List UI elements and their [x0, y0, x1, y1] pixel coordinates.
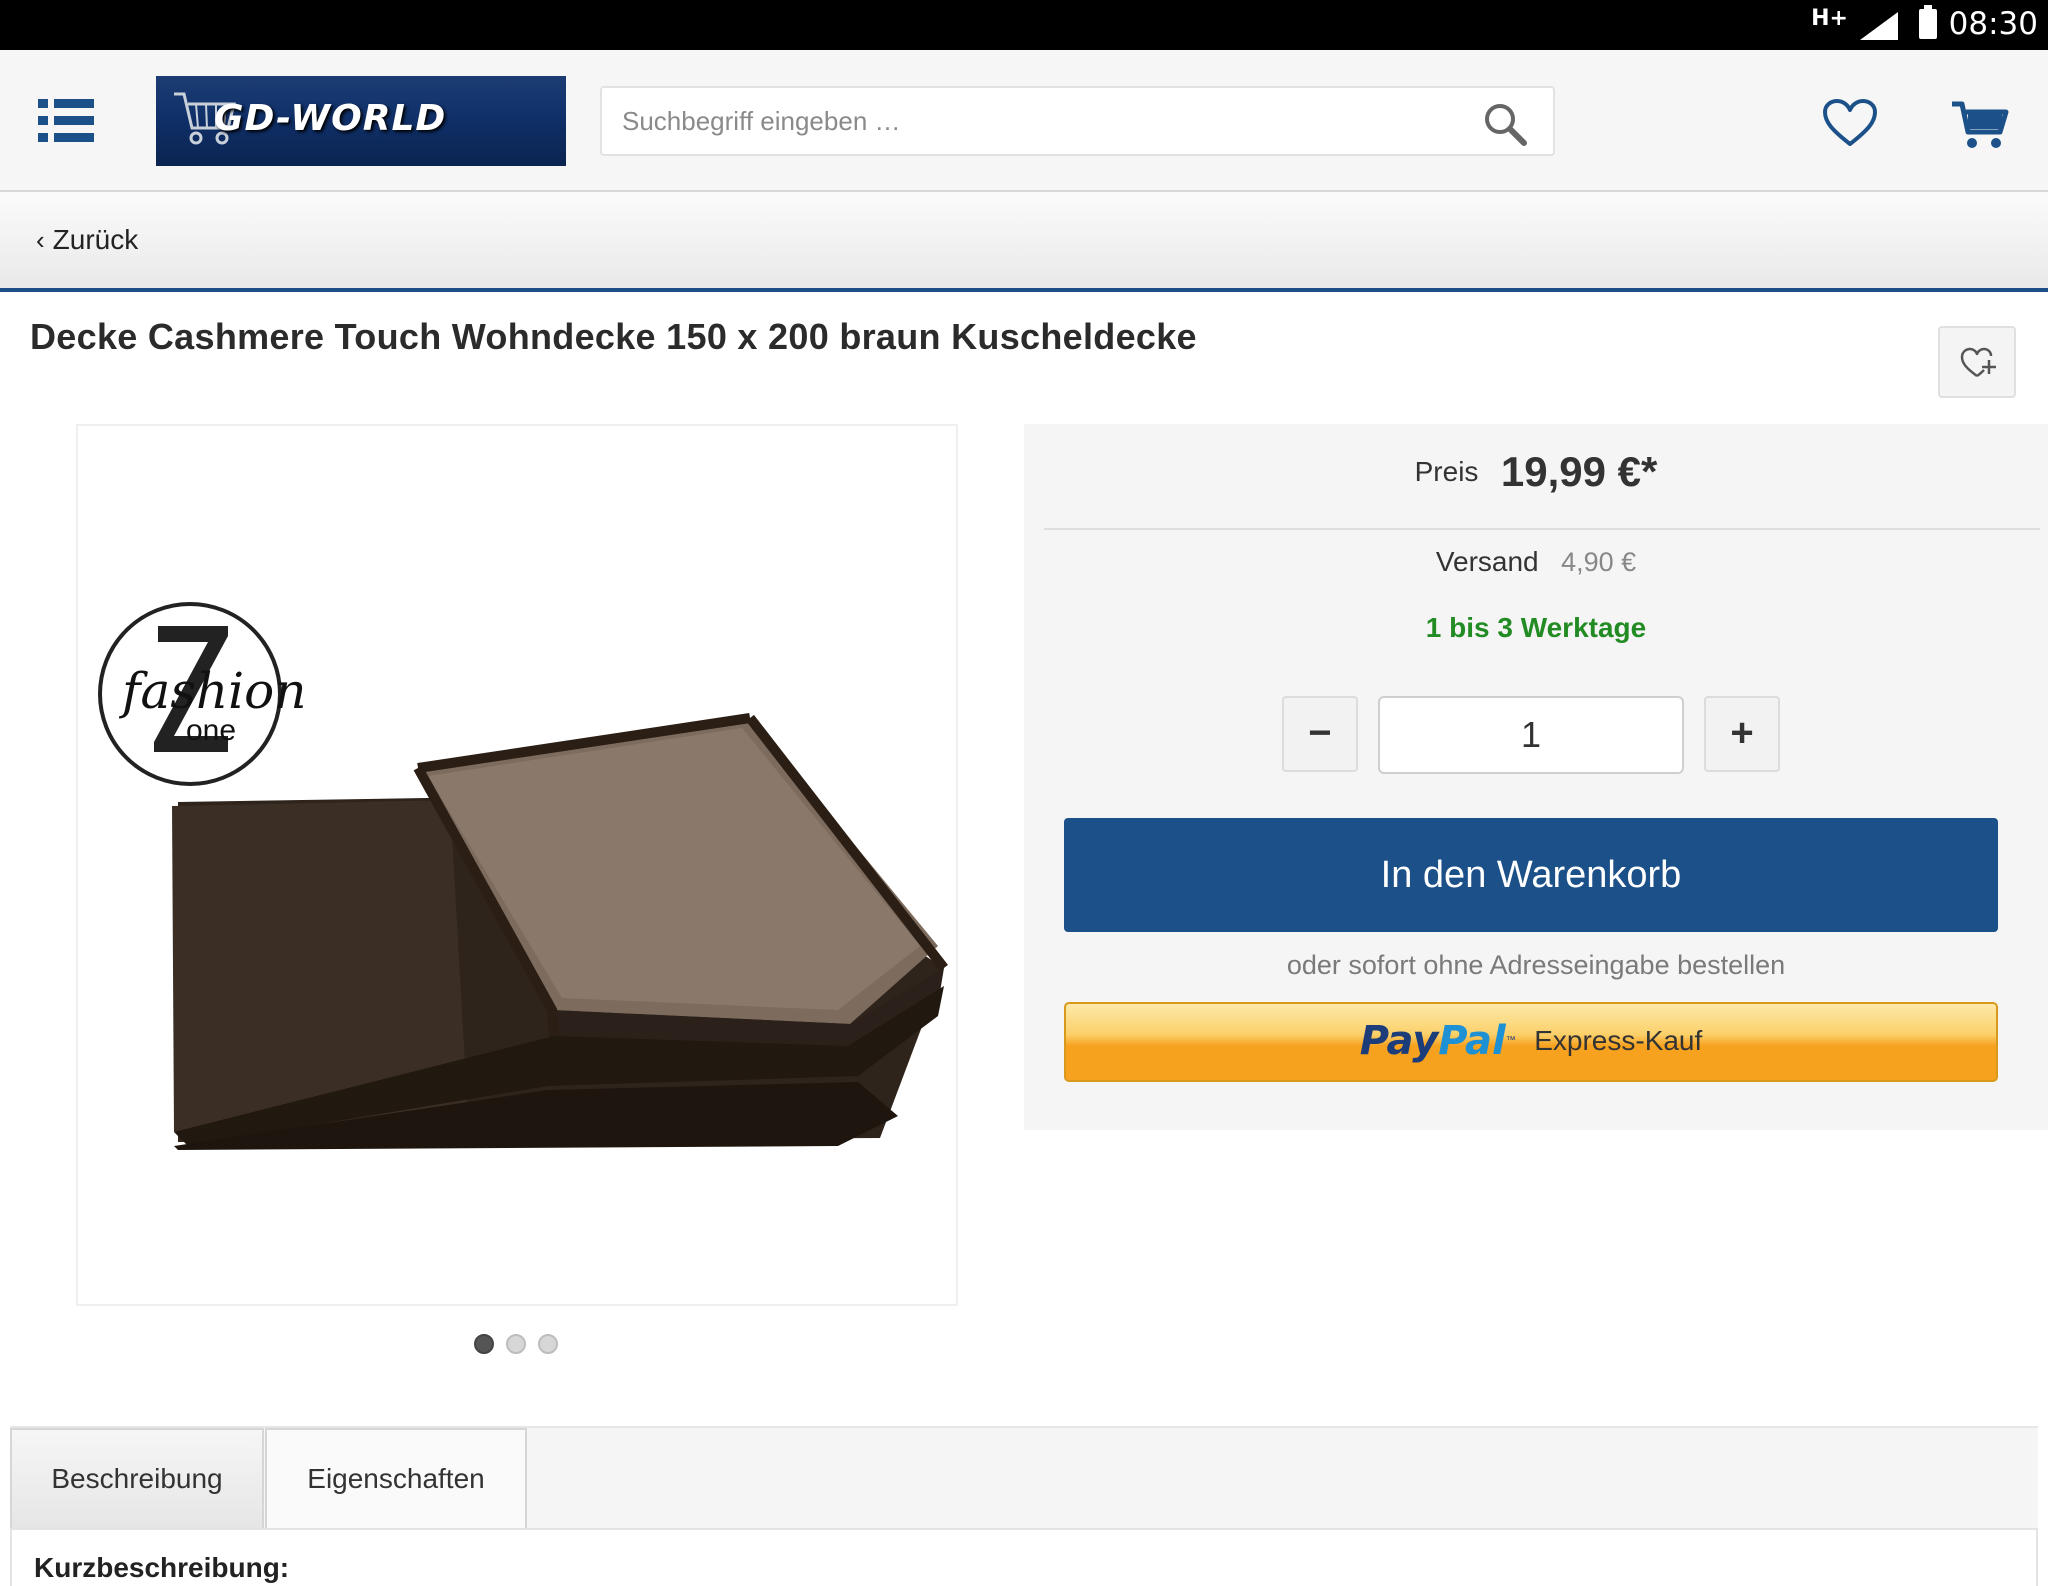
pagination-dot-2[interactable]: [506, 1334, 526, 1354]
product-tabs: Beschreibung Eigenschaften: [10, 1426, 2038, 1530]
tab-properties[interactable]: Eigenschaften: [265, 1428, 527, 1530]
chevron-left-icon: ‹: [36, 225, 45, 255]
heart-plus-icon: [1960, 347, 1996, 378]
divider: [1044, 528, 2040, 530]
logo-fashion-text: fashion: [118, 662, 306, 720]
paypal-logo-pay: Pay: [1359, 1018, 1439, 1064]
wishlist-heart-icon[interactable]: [1822, 98, 1878, 148]
back-label: Zurück: [52, 224, 139, 255]
back-link[interactable]: ‹ Zurück: [36, 224, 138, 256]
price-label: Preis: [1414, 456, 1479, 487]
short-description-heading: Kurzbeschreibung:: [34, 1552, 290, 1583]
status-bar: H+ 08:30: [0, 0, 2048, 50]
shipping-label: Versand: [1435, 546, 1539, 577]
tab-description[interactable]: Beschreibung: [10, 1428, 264, 1530]
pagination-dot-1[interactable]: [474, 1334, 494, 1354]
tab-content: Kurzbeschreibung:: [10, 1528, 2038, 1586]
search-icon[interactable]: [1483, 102, 1527, 146]
quantity-input[interactable]: 1: [1378, 696, 1684, 774]
add-to-cart-button[interactable]: In den Warenkorb: [1064, 818, 1998, 932]
network-type: H+: [1811, 6, 1848, 31]
site-logo[interactable]: GD-WORLD: [156, 76, 566, 166]
logo-text: GD-WORLD: [214, 98, 447, 139]
search-box: [600, 86, 1555, 156]
paypal-express-button[interactable]: PayPal™ Express-Kauf: [1064, 1002, 1998, 1082]
site-header: GD-WORLD: [0, 50, 2048, 192]
buy-box: Preis 19,99 €* Versand 4,90 € 1 bis 3 We…: [1024, 424, 2048, 1130]
shipping-value: 4,90 €: [1561, 547, 1637, 577]
paypal-logo-pal: Pal: [1438, 1018, 1506, 1064]
paypal-trademark: ™: [1505, 1035, 1516, 1046]
delivery-time: 1 bis 3 Werktage: [1425, 612, 1647, 643]
product-image[interactable]: fashion one: [76, 424, 958, 1306]
shipping-row: Versand 4,90 €: [1024, 546, 2048, 578]
quantity-increase-button[interactable]: +: [1704, 696, 1780, 772]
quantity-decrease-button[interactable]: −: [1282, 696, 1358, 772]
express-checkout-hint: oder sofort ohne Adresseingabe bestellen: [1286, 950, 1786, 980]
add-to-wishlist-button[interactable]: [1938, 326, 2016, 398]
price-value: 19,99 €*: [1500, 448, 1658, 495]
menu-icon[interactable]: [38, 99, 94, 143]
pagination-dot-3[interactable]: [538, 1334, 558, 1354]
battery-icon: [1919, 5, 1937, 39]
cart-icon[interactable]: [1950, 98, 2010, 150]
signal-icon: [1860, 12, 1898, 40]
blanket-image: fashion one: [98, 602, 948, 1150]
product-title: Decke Cashmere Touch Wohndecke 150 x 200…: [30, 316, 1197, 357]
logo-one-text: one: [186, 714, 236, 747]
fashion-zone-logo: fashion one: [98, 602, 306, 786]
image-pagination: [474, 1334, 564, 1354]
back-bar: ‹ Zurück: [0, 192, 2048, 292]
paypal-button-label: Express-Kauf: [1534, 1025, 1703, 1056]
search-input[interactable]: [622, 88, 1442, 154]
clock: 08:30: [1948, 6, 2038, 42]
price-row: Preis 19,99 €*: [1024, 448, 2048, 496]
